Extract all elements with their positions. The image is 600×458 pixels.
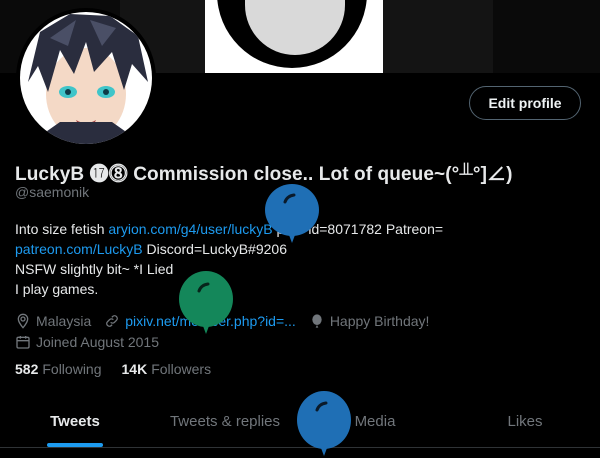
joined-text: Joined August 2015 — [36, 334, 159, 350]
profile-bio: Into size fetish aryion.com/g4/user/luck… — [15, 219, 575, 299]
followers-count: 14K — [121, 361, 148, 377]
website-item: pixiv.net/member.php?id=... — [104, 313, 296, 329]
tab-likes[interactable]: Likes — [450, 395, 600, 447]
profile-tabs: Tweets Tweets & replies Media Likes — [0, 395, 600, 448]
aryion-link[interactable]: aryion.com/g4/user/luckyB — [108, 221, 272, 237]
website-link[interactable]: pixiv.net/member.php?id=... — [125, 313, 296, 329]
user-handle: @saemonik — [15, 184, 90, 200]
tab-media[interactable]: Media — [300, 395, 450, 447]
patreon-link[interactable]: patreon.com/LuckyB — [15, 241, 143, 257]
location-text: Malaysia — [36, 313, 92, 329]
balloon-icon — [312, 314, 322, 328]
tab-tweets-replies[interactable]: Tweets & replies — [150, 395, 300, 447]
location-pin-icon — [17, 313, 29, 329]
location-item: Malaysia — [15, 313, 91, 329]
profile-meta: Malaysia pixiv.net/member.php?id=... Hap… — [15, 311, 442, 353]
calendar-icon — [16, 336, 30, 349]
avatar[interactable] — [16, 8, 156, 148]
bio-text: pixiv id=8071782 Patreon= — [272, 221, 444, 237]
followers-label: Followers — [151, 361, 212, 377]
following-link[interactable]: 582 Following — [15, 361, 102, 377]
follow-stats: 582 Following 14K Followers — [15, 361, 231, 377]
following-label: Following — [42, 361, 102, 377]
edit-profile-button[interactable]: Edit profile — [469, 86, 581, 120]
bio-text: Into size fetish — [15, 221, 109, 237]
bio-line-4: I play games. — [15, 281, 99, 297]
birthday-item: Happy Birthday! — [309, 313, 430, 329]
bio-text: Discord=LuckyB#9206 — [142, 241, 288, 257]
followers-link[interactable]: 14K Followers — [122, 361, 212, 377]
bio-line-2: patreon.com/LuckyB Discord=LuckyB#9206 — [15, 239, 575, 259]
link-icon — [106, 315, 119, 327]
joined-item: Joined August 2015 — [15, 334, 159, 350]
birthday-text: Happy Birthday! — [329, 313, 430, 329]
banner-shade-right — [383, 0, 493, 73]
following-count: 582 — [15, 361, 39, 377]
avatar-image — [20, 12, 152, 144]
display-name: LuckyB ⓱⓼ Commission close.. Lot of queu… — [15, 164, 513, 185]
banner-art — [205, 0, 383, 73]
bio-line-3: NSFW slightly bit~ *I Lied — [15, 261, 174, 277]
tab-tweets[interactable]: Tweets — [0, 395, 150, 447]
bio-line-1: Into size fetish aryion.com/g4/user/luck… — [15, 219, 575, 239]
